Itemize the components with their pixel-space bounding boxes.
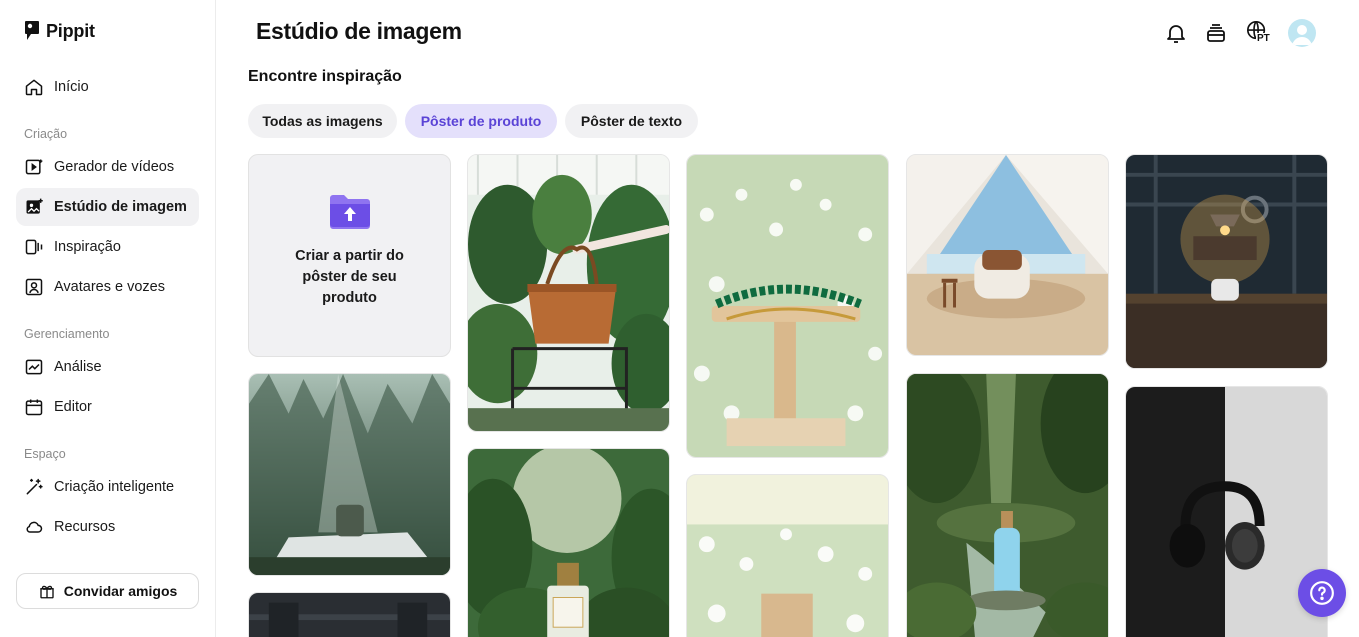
folder-upload-icon [329, 195, 370, 229]
perfume-jungle-image [468, 449, 669, 637]
sidebar-item-recursos[interactable]: Recursos [16, 508, 199, 546]
leather-bag-image [468, 155, 669, 431]
sidebar-item-label: Recursos [54, 519, 116, 535]
notifications-button[interactable] [1163, 20, 1189, 46]
credits-button[interactable] [1203, 20, 1229, 46]
sidebar: Pippit Início Criação Gerador de vídeos … [0, 0, 216, 637]
forest-candle-image [249, 374, 450, 575]
home-icon [25, 79, 43, 96]
sidebar-item-label: Editor [54, 399, 92, 415]
headphones-split-image [1126, 387, 1327, 637]
page-title: Estúdio de imagem [256, 18, 462, 44]
sidebar-item-gerador-de-videos[interactable]: Gerador de vídeos [16, 148, 199, 186]
green-bracelet-image [687, 155, 888, 457]
filter-all-images[interactable]: Todas as imagens [248, 104, 397, 138]
stack-icon [1207, 24, 1225, 42]
sidebar-item-estudio-de-imagem[interactable]: Estúdio de imagem [16, 188, 199, 226]
section-subtitle: Encontre inspiração [248, 68, 402, 85]
sidebar-item-label: Inspiração [54, 239, 121, 255]
app-name: Pippit [46, 20, 95, 41]
daisy-field-image [687, 475, 888, 637]
sidebar-item-analise[interactable]: Análise [16, 348, 199, 386]
language-button[interactable]: PT [1243, 20, 1275, 46]
water-bottle-stream-image [907, 374, 1108, 637]
avatar-icon [25, 278, 43, 296]
template-card-earbuds-workshop[interactable] [1125, 154, 1328, 369]
sidebar-item-avatares-e-vozes[interactable]: Avatares e vozes [16, 268, 199, 306]
sidebar-item-label: Início [54, 79, 89, 95]
language-code: PT [1256, 33, 1271, 44]
section-label-criacao: Criação [24, 127, 68, 141]
sidebar-item-label: Criação inteligente [54, 479, 175, 495]
template-card-forest-candle[interactable] [248, 373, 451, 576]
sidebar-item-label: Avatares e vozes [54, 279, 165, 295]
template-card-tent-chair[interactable] [906, 154, 1109, 356]
avatar[interactable] [1288, 19, 1316, 47]
magic-wand-icon [26, 478, 43, 495]
dark-room-image [249, 593, 450, 637]
image-studio-icon [26, 198, 43, 214]
template-card-perfume-jungle[interactable] [467, 448, 670, 637]
sidebar-item-criacao-inteligente[interactable]: Criação inteligente [16, 468, 199, 506]
sidebar-item-label: Análise [54, 359, 102, 375]
filter-product-poster[interactable]: Pôster de produto [405, 104, 557, 138]
invite-friends-label: Convidar amigos [63, 583, 178, 599]
tent-chair-image [907, 155, 1108, 355]
earbuds-workshop-image [1126, 155, 1327, 368]
template-card-green-bracelet[interactable] [686, 154, 889, 458]
section-label-espaco: Espaço [24, 447, 66, 461]
user-avatar-icon [1292, 25, 1312, 45]
video-plus-icon [25, 159, 43, 175]
pippit-logo[interactable]: Pippit [24, 20, 95, 42]
filter-text-poster[interactable]: Pôster de texto [565, 104, 698, 138]
template-card-daisy-field[interactable] [686, 474, 889, 637]
section-label-gerenciamento: Gerenciamento [24, 327, 110, 341]
inspiration-icon [25, 239, 43, 255]
calendar-icon [25, 399, 43, 416]
sidebar-item-inspiracao[interactable]: Inspiração [16, 228, 199, 266]
sidebar-item-label: Estúdio de imagem [54, 199, 187, 215]
help-button[interactable] [1298, 569, 1346, 617]
sidebar-item-editor[interactable]: Editor [16, 388, 199, 426]
upload-product-poster-card[interactable]: Criar a partir do pôster de seu produto [248, 154, 451, 357]
template-card-dark-room[interactable] [248, 592, 451, 637]
question-icon [1310, 581, 1334, 605]
template-card-headphones-split[interactable] [1125, 386, 1328, 637]
pippit-logo-icon [25, 21, 39, 40]
template-card-leather-bag[interactable] [467, 154, 670, 432]
gift-icon [39, 585, 54, 599]
analytics-icon [25, 359, 43, 375]
upload-card-text: Criar a partir do pôster de seu produto [295, 248, 404, 306]
bell-icon [1167, 25, 1185, 43]
sidebar-item-inicio[interactable]: Início [16, 68, 199, 106]
cloud-icon [26, 521, 43, 533]
sidebar-item-label: Gerador de vídeos [54, 159, 175, 175]
invite-friends-button[interactable]: Convidar amigos [16, 573, 199, 609]
template-card-water-bottle-stream[interactable] [906, 373, 1109, 637]
